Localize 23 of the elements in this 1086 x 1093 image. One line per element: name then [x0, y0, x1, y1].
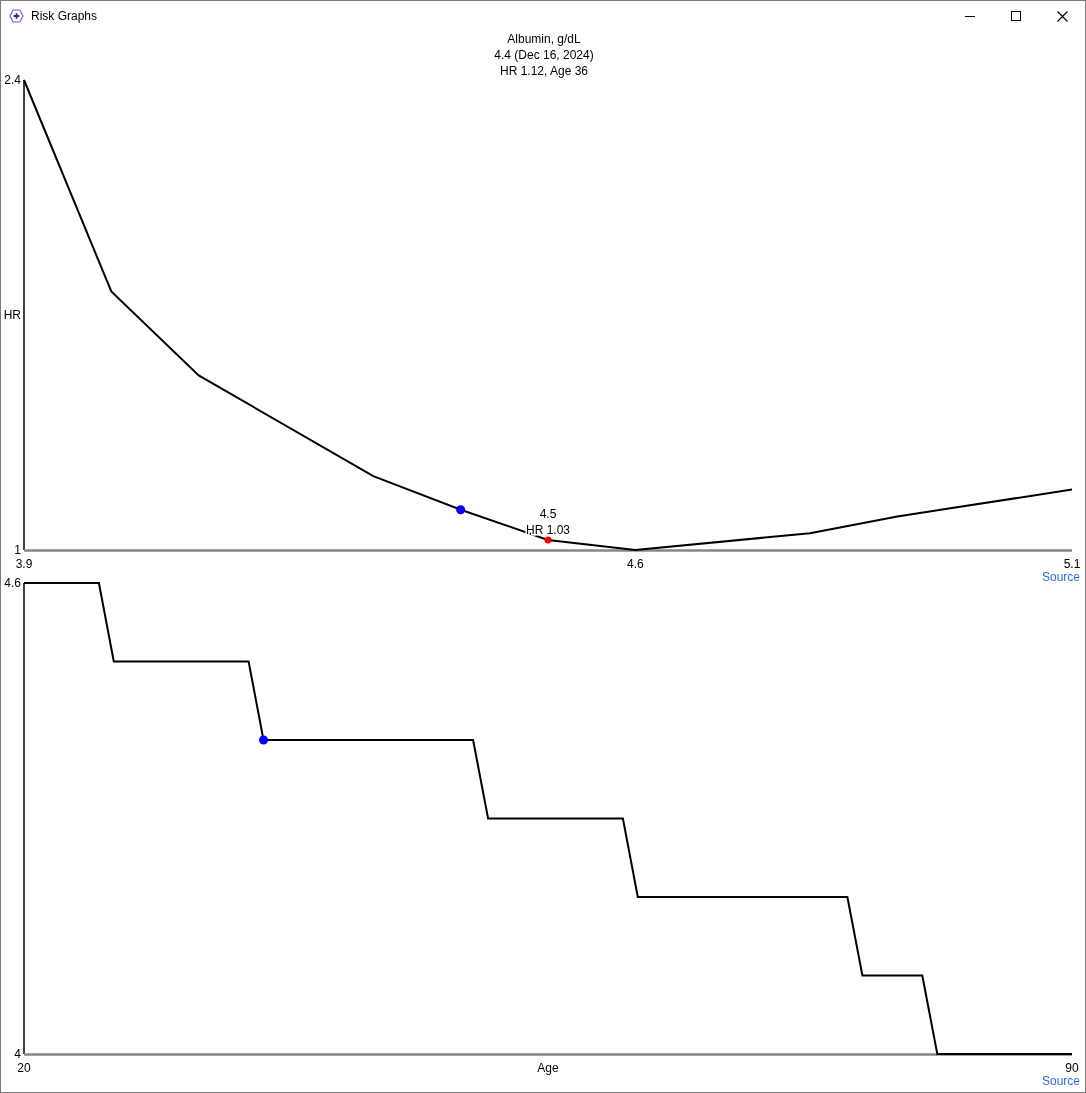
x-tick-label: 90 — [1065, 1061, 1079, 1075]
y-tick-label: 4 — [14, 1047, 21, 1061]
point-tooltip-text: 4.5 — [539, 506, 557, 521]
chart-header-line: Albumin, g/dL — [507, 31, 581, 47]
x-tick-label: 5.1 — [1063, 557, 1081, 571]
chart-header-line: 4.4 (Dec 16, 2024) — [494, 47, 594, 63]
y-tick-label: 2.4 — [4, 73, 21, 87]
y-axis-title: HR — [3, 308, 21, 322]
x-axis-title: Age — [537, 1061, 559, 1075]
x-tick-label: 20 — [17, 1061, 31, 1075]
y-tick-label: 1 — [14, 543, 21, 557]
chart-header-line: HR 1.12, Age 36 — [499, 63, 589, 79]
close-icon — [1056, 10, 1068, 22]
y-tick-label: 4.6 — [4, 576, 21, 590]
source-link[interactable]: Source — [1041, 1075, 1080, 1087]
x-tick-label: 4.6 — [627, 557, 644, 571]
x-tick-label: 3.9 — [15, 557, 33, 571]
hexagon-plus-icon — [9, 9, 24, 23]
source-link[interactable]: Source — [1041, 571, 1080, 583]
point-tooltip-text: HR 1.03 — [526, 522, 570, 537]
minimize-icon — [965, 15, 975, 17]
maximize-icon — [1011, 11, 1021, 21]
window-title: Risk Graphs — [31, 8, 98, 24]
